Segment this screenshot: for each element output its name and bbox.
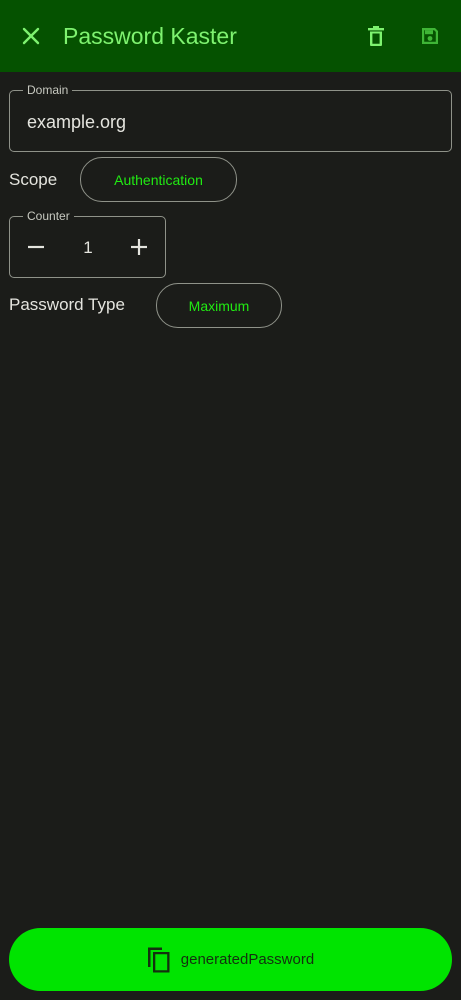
top-app-bar: Password Kaster	[0, 0, 461, 72]
generated-password-label: generatedPassword	[180, 951, 315, 968]
save-button[interactable]	[410, 16, 450, 56]
delete-icon	[368, 26, 384, 46]
close-icon	[22, 27, 40, 45]
scope-label: Scope	[9, 170, 58, 189]
domain-field[interactable]: Domain example.org	[9, 82, 452, 152]
domain-input[interactable]: example.org	[27, 110, 126, 134]
close-button[interactable]	[11, 16, 51, 56]
password-type-label: Password Type	[9, 295, 125, 314]
counter-value: 1	[83, 238, 93, 257]
scope-chip[interactable]: Authentication	[80, 157, 237, 202]
copy-password-button[interactable]: generatedPassword	[9, 928, 452, 991]
plus-icon	[131, 239, 147, 255]
save-icon	[422, 28, 438, 44]
counter-label: Counter	[23, 208, 74, 224]
copy-icon	[147, 946, 171, 974]
delete-button[interactable]	[356, 16, 396, 56]
increment-button[interactable]	[124, 232, 154, 262]
domain-label: Domain	[23, 82, 73, 98]
password-type-chip[interactable]: Maximum	[156, 283, 282, 328]
decrement-button[interactable]	[21, 232, 51, 262]
app-title: Password Kaster	[63, 23, 237, 49]
minus-icon	[28, 245, 44, 249]
counter-stepper: Counter 1	[9, 208, 166, 278]
